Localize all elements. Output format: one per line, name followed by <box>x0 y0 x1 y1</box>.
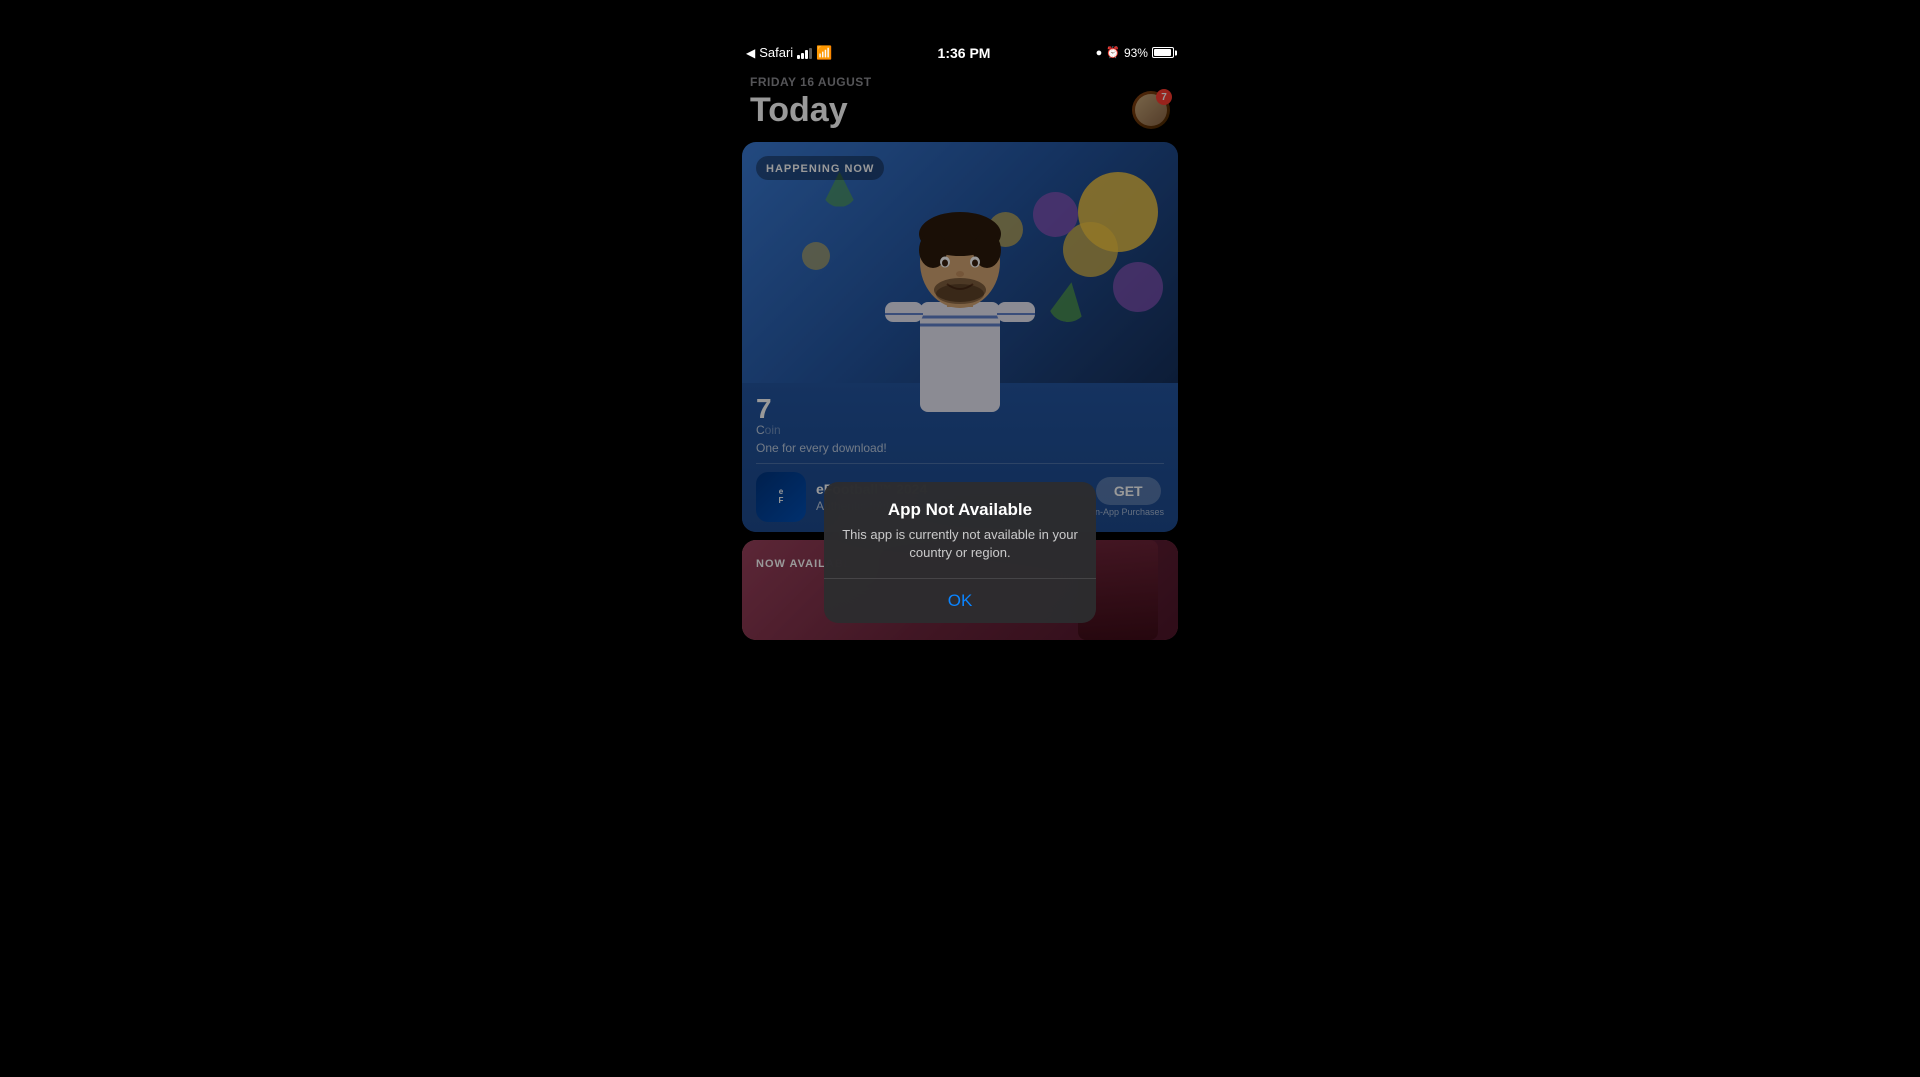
back-arrow-icon: ◀ <box>746 46 755 60</box>
status-right: ● ⏰ 93% <box>1096 46 1174 60</box>
location-icon: ● <box>1096 47 1103 59</box>
status-left: ◀ Safari 📶 <box>746 45 832 61</box>
alert-dialog: App Not Available This app is currently … <box>824 482 1096 623</box>
phone-screen: ◀ Safari 📶 1:36 PM ● ⏰ 93% <box>730 39 1190 1039</box>
alert-content: App Not Available This app is currently … <box>824 482 1096 578</box>
battery-indicator <box>1152 47 1174 58</box>
status-time: 1:36 PM <box>938 45 991 61</box>
alert-overlay: App Not Available This app is currently … <box>730 67 1190 1039</box>
battery-fill <box>1154 49 1171 56</box>
status-bar: ◀ Safari 📶 1:36 PM ● ⏰ 93% <box>730 39 1190 67</box>
app-content: FRIDAY 16 AUGUST Today 7 <box>730 67 1190 1039</box>
signal-bars <box>797 47 812 59</box>
signal-bar-2 <box>801 53 804 59</box>
signal-bar-1 <box>797 55 800 59</box>
alarm-icon: ⏰ <box>1106 46 1120 59</box>
alert-title: App Not Available <box>840 500 1080 520</box>
signal-bar-4 <box>809 48 812 59</box>
carrier-label: Safari <box>759 45 793 60</box>
alert-ok-button[interactable]: OK <box>824 579 1096 623</box>
scroll-content: FRIDAY 16 AUGUST Today 7 <box>730 67 1190 1039</box>
alert-message: This app is currently not available in y… <box>840 526 1080 562</box>
signal-bar-3 <box>805 50 808 59</box>
battery-icon <box>1152 47 1174 58</box>
alert-ok-label: OK <box>948 591 973 610</box>
wifi-icon: 📶 <box>816 45 832 61</box>
battery-percent-label: 93% <box>1124 46 1148 60</box>
